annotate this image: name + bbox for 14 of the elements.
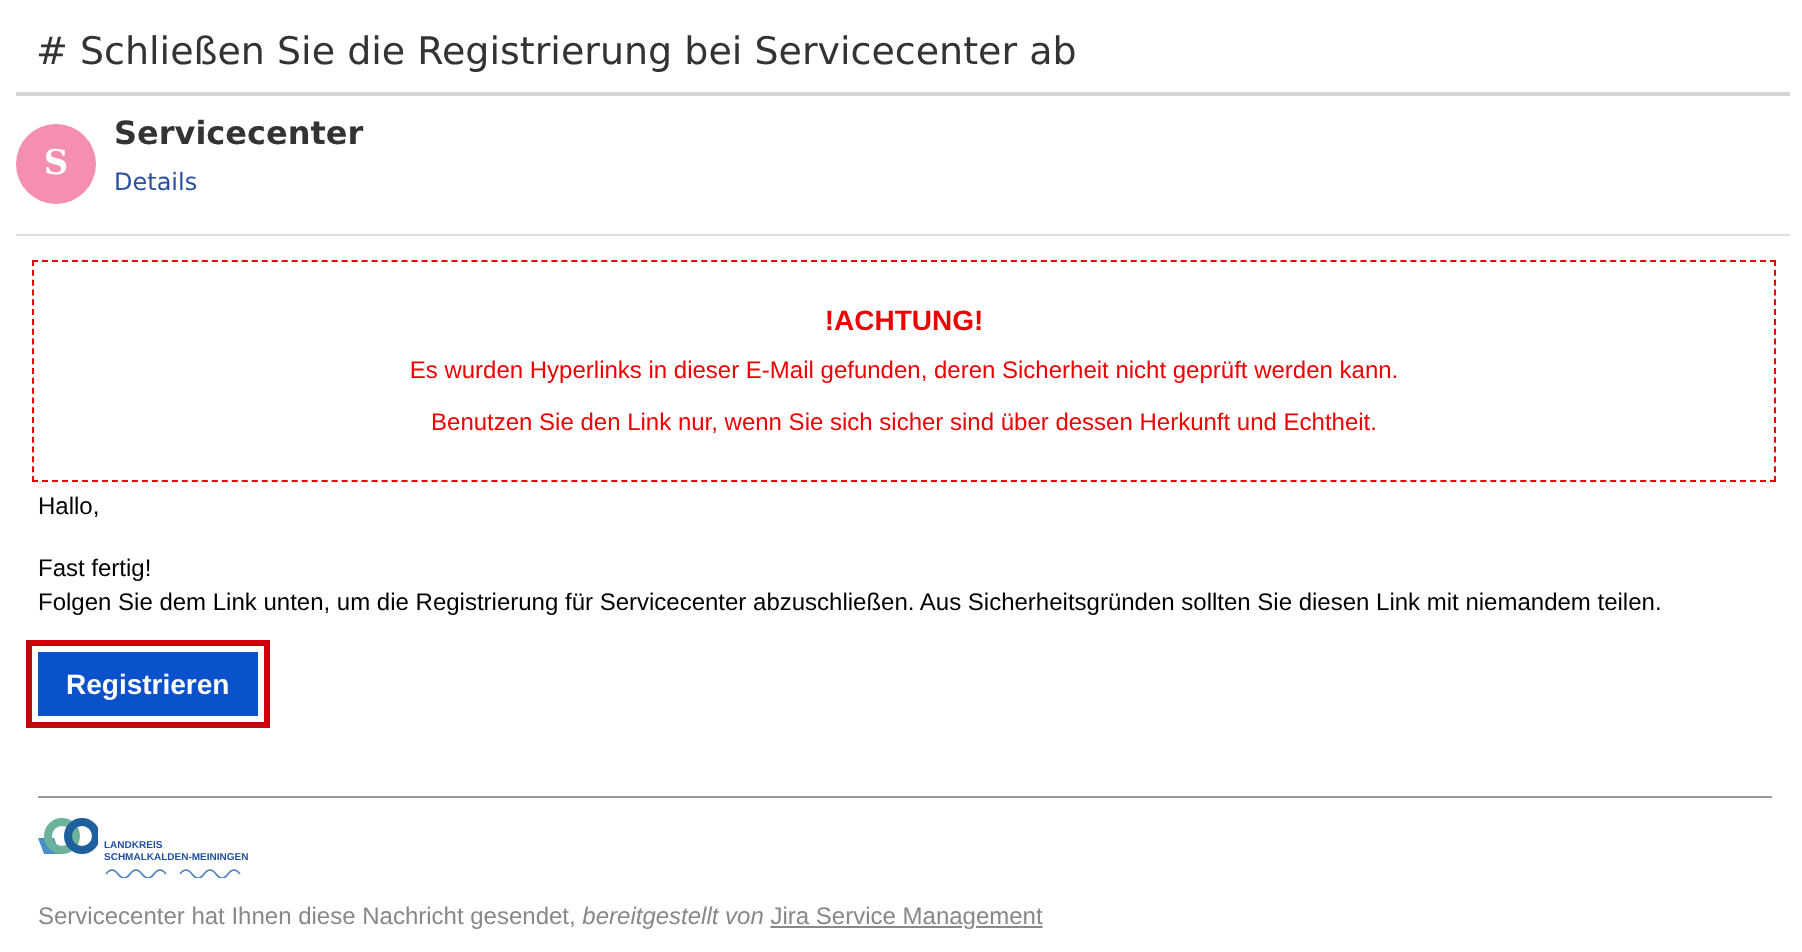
- body-text: Folgen Sie dem Link unten, um die Registrierung für Servicecenter abzuschließen. Aus Sicherheitsgründen sollten Sie diesen Link mit niemandem teilen.: [38, 586, 1664, 620]
- footer-text: Servicecenter hat Ihnen diese Nachricht gesendet, bereitgestellt von: [38, 902, 764, 930]
- email-subject: # Schließen Sie die Registrierung bei Servicecenter ab: [36, 28, 1079, 78]
- greeting: Hallo,: [38, 492, 102, 520]
- logo-icon: [38, 818, 98, 858]
- warning-text: Es wurden Hyperlinks in dieser E-Mail gefunden, deren Sicherheit nicht geprüft werden kann.: [407, 356, 1401, 384]
- warning-text: Benutzen Sie den Link nur, wenn Sie sich sicher sind über dessen Herkunft und Echtheit.: [429, 408, 1379, 436]
- body-text: Fast fertig!: [38, 552, 154, 586]
- details-link[interactable]: Details: [114, 168, 198, 196]
- avatar: S: [16, 124, 96, 204]
- jira-link[interactable]: Jira Service Management: [770, 902, 1043, 930]
- sender-name: Servicecenter: [114, 114, 364, 154]
- register-button[interactable]: Registrieren: [38, 652, 258, 716]
- warning-heading: !ACHTUNG!: [822, 304, 986, 336]
